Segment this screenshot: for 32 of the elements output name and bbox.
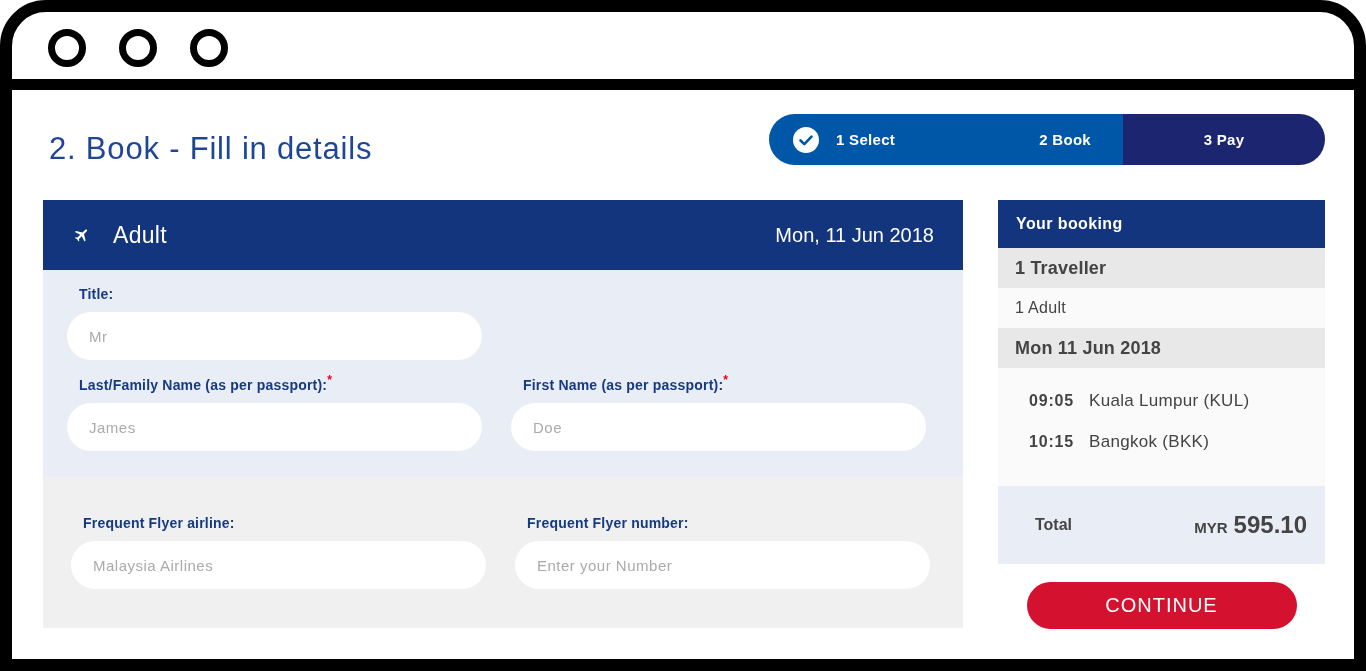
field-label: Title: [79,286,114,302]
window-control-icon [119,29,157,67]
total-amount: 595.10 [1233,511,1307,539]
flight-time: 09:05 [1029,391,1074,411]
input-field[interactable]: Malaysia Airlines [71,541,486,589]
flight-time: 10:15 [1029,432,1074,452]
summary-title: Your booking [1016,215,1123,233]
field-label: Frequent Flyer airline: [83,515,235,531]
currency-code: MYR [1194,519,1228,536]
flight-date: Mon, 11 Jun 2018 [775,223,934,247]
traveller-count: 1 Adult [1015,299,1067,317]
window-control-icon [48,29,86,67]
continue-button[interactable]: CONTINUE [1026,582,1297,629]
travellers-heading: 1 Traveller [1015,257,1107,279]
step-label: 1 Select [836,131,896,148]
check-icon [793,126,819,153]
field-label: Frequent Flyer number: [527,515,689,531]
page-heading: 2. Book - Fill in details [49,130,373,167]
field-label: First Name (as per passport):$^{*}$ [523,377,729,393]
input-field[interactable]: Mr [67,312,482,360]
step-label: 2 Book [1039,131,1091,148]
window-control-icon [190,29,228,67]
step-label: 3 Pay [1203,131,1245,148]
input-field[interactable]: James [67,403,482,451]
airport-name: Bangkok (BKK) [1089,432,1210,452]
total-label: Total [1035,516,1073,534]
input-field[interactable]: Enter your Number [515,541,930,589]
field-label: Last/Family Name (as per passport):$^{*}$ [79,377,333,393]
passenger-type: Adult [113,221,167,249]
flight-date: Mon 11 Jun 2018 [1015,337,1162,359]
airport-name: Kuala Lumpur (KUL) [1089,391,1250,411]
input-field[interactable]: Doe [511,403,926,451]
